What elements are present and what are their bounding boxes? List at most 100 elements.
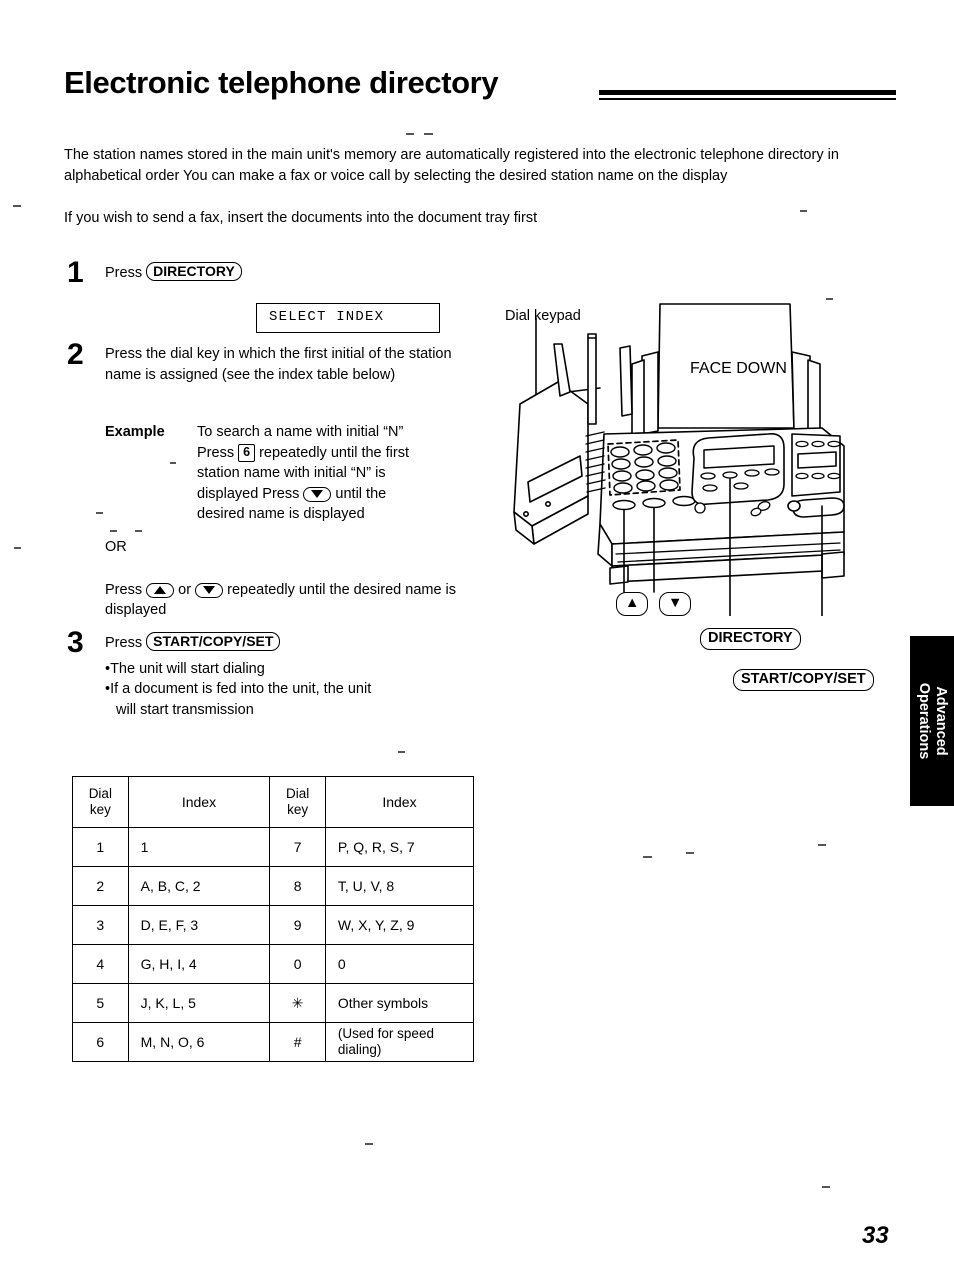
step-1-press-label: Press — [105, 265, 143, 281]
example-label: Example — [105, 424, 165, 440]
example-line-2a: Press — [197, 444, 235, 461]
dial-keypad-callout-label: Dial keypad — [505, 308, 581, 324]
scan-artifact — [424, 133, 433, 135]
table-header: Dial key Index Dial key Index — [72, 776, 475, 828]
step-3-press-label: Press — [105, 635, 143, 651]
step-1: 1 Press DIRECTORY — [64, 258, 474, 288]
cell-key-left: 2 — [72, 866, 129, 906]
or-press-label: Press — [105, 581, 143, 598]
title-rule — [599, 90, 896, 100]
scan-artifact — [135, 530, 142, 532]
speed-dial-line2: dialing) — [337, 1042, 382, 1057]
header-dial-key-right: Dial key — [269, 776, 326, 828]
scan-artifact — [686, 852, 694, 854]
or-alternative-block: OR Press or repeatedly until the desired… — [105, 537, 485, 621]
cell-key-right: 9 — [269, 905, 326, 945]
down-arrow-key-on-unit — [642, 497, 666, 509]
intro-paragraph-1: The station names stored in the main uni… — [64, 147, 839, 184]
scan-artifact — [14, 547, 21, 549]
table-body: 1 1 7 P, Q, R, S, 7 2 A, B, C, 2 8 T, U,… — [72, 827, 475, 1062]
down-arrow-key-2[interactable] — [195, 582, 224, 598]
cell-key-right-hash: # — [269, 1022, 326, 1062]
scan-artifact — [13, 205, 21, 207]
intro-text: The station names stored in the main uni… — [64, 145, 886, 229]
cell-index-right: Other symbols — [324, 983, 475, 1023]
dial-key-6[interactable]: 6 — [238, 443, 256, 462]
start-copy-set-button[interactable]: START/COPY/SET — [146, 632, 281, 651]
scan-artifact — [826, 298, 833, 300]
side-tab-label: Advanced Operations — [915, 683, 949, 760]
up-arrow-key-on-unit — [612, 499, 636, 511]
table-row: 2 A, B, C, 2 8 T, U, V, 8 — [72, 866, 475, 906]
cell-index-left: 1 — [127, 827, 271, 867]
table-row: 1 1 7 P, Q, R, S, 7 — [72, 827, 475, 867]
down-arrow-key[interactable] — [303, 486, 332, 502]
step-3-bullet-2-cont: will start transmission — [116, 701, 254, 718]
chevron-down-icon — [311, 489, 324, 498]
header-dial-key-left: Dial key — [72, 776, 129, 828]
table-header-row: Dial key Index Dial key Index — [72, 776, 475, 828]
header-index-right: Index — [324, 776, 475, 828]
start-copy-set-key-on-unit — [787, 497, 845, 518]
cell-index-left: D, E, F, 3 — [127, 905, 271, 945]
unit-foot-right — [821, 551, 845, 579]
table-row: 5 J, K, L, 5 ✳ Other symbols — [72, 983, 475, 1023]
example-line-3: station name with initial “N” is — [197, 465, 386, 481]
step-2-number: 2 — [67, 338, 84, 371]
cell-key-right: 8 — [269, 866, 326, 906]
scan-artifact — [398, 751, 405, 753]
cell-key-left: 6 — [72, 1022, 129, 1062]
step-3-number: 3 — [67, 626, 84, 659]
side-tab-line1: Advanced — [933, 686, 949, 756]
step-2: 2 Press the dial key in which the first … — [64, 340, 464, 385]
step-2-text: Press the dial key in which the first in… — [105, 346, 452, 383]
scan-artifact — [406, 133, 414, 135]
example-line-1a: To search a name with initial — [197, 424, 380, 440]
callout-start-copy-set-button[interactable]: START/COPY/SET — [733, 669, 874, 691]
header-dial-line2: key — [89, 802, 111, 817]
intro-paragraph-2: If you wish to send a fax, insert the do… — [64, 210, 538, 226]
page-number: 33 — [862, 1222, 889, 1249]
scan-artifact — [365, 1143, 373, 1145]
callout-up-arrow[interactable]: ▲ — [616, 592, 649, 616]
scan-artifact — [800, 210, 807, 212]
chevron-down-icon: ▼ — [668, 595, 683, 611]
step-3-bullet-1: •The unit will start dialing — [105, 660, 265, 677]
scan-artifact — [822, 1186, 830, 1188]
face-down-label: FACE DOWN — [690, 360, 787, 377]
scan-artifact — [110, 530, 117, 532]
cell-key-right-asterisk: ✳ — [269, 983, 326, 1023]
manual-page: Electronic telephone directory The stati… — [0, 0, 954, 1286]
example-line-4a: displayed Press — [197, 485, 300, 502]
callout-directory-button[interactable]: DIRECTORY — [700, 628, 801, 650]
table-row: 6 M, N, O, 6 # (Used for speed dialing) — [72, 1022, 475, 1062]
unit-foot-left — [609, 565, 629, 585]
scan-artifact — [170, 462, 176, 464]
cell-index-left: G, H, I, 4 — [127, 944, 271, 984]
step-3-bullets: •The unit will start dialing •If a docum… — [105, 659, 464, 721]
cell-index-left: A, B, C, 2 — [127, 866, 271, 906]
example-initial-n: “N” — [383, 424, 404, 440]
or-instruction: Press or repeatedly until the desired na… — [105, 580, 485, 621]
chevron-up-icon — [154, 585, 167, 594]
callout-down-arrow[interactable]: ▼ — [659, 592, 692, 616]
cell-key-left: 4 — [72, 944, 129, 984]
example-line-2b: repeatedly until the first — [259, 444, 410, 461]
scan-artifact — [643, 856, 652, 858]
example-line-4b: until the — [335, 485, 387, 502]
chevron-up-icon: ▲ — [625, 595, 640, 611]
cell-key-left: 3 — [72, 905, 129, 945]
cell-index-right: T, U, V, 8 — [324, 866, 475, 906]
lcd-text: SELECT INDEX — [269, 309, 385, 325]
step-1-body: Press DIRECTORY — [105, 262, 474, 284]
cell-key-right: 0 — [269, 944, 326, 984]
cell-key-left: 5 — [72, 983, 129, 1023]
step-1-number: 1 — [67, 256, 84, 289]
fax-machine-illustration — [492, 286, 892, 616]
scan-artifact — [96, 512, 103, 514]
example-line-5: desired name is displayed — [197, 506, 365, 522]
cell-index-right: 0 — [324, 944, 475, 984]
up-arrow-key[interactable] — [146, 582, 175, 598]
or-label: OR — [105, 539, 127, 555]
directory-button[interactable]: DIRECTORY — [146, 262, 242, 281]
